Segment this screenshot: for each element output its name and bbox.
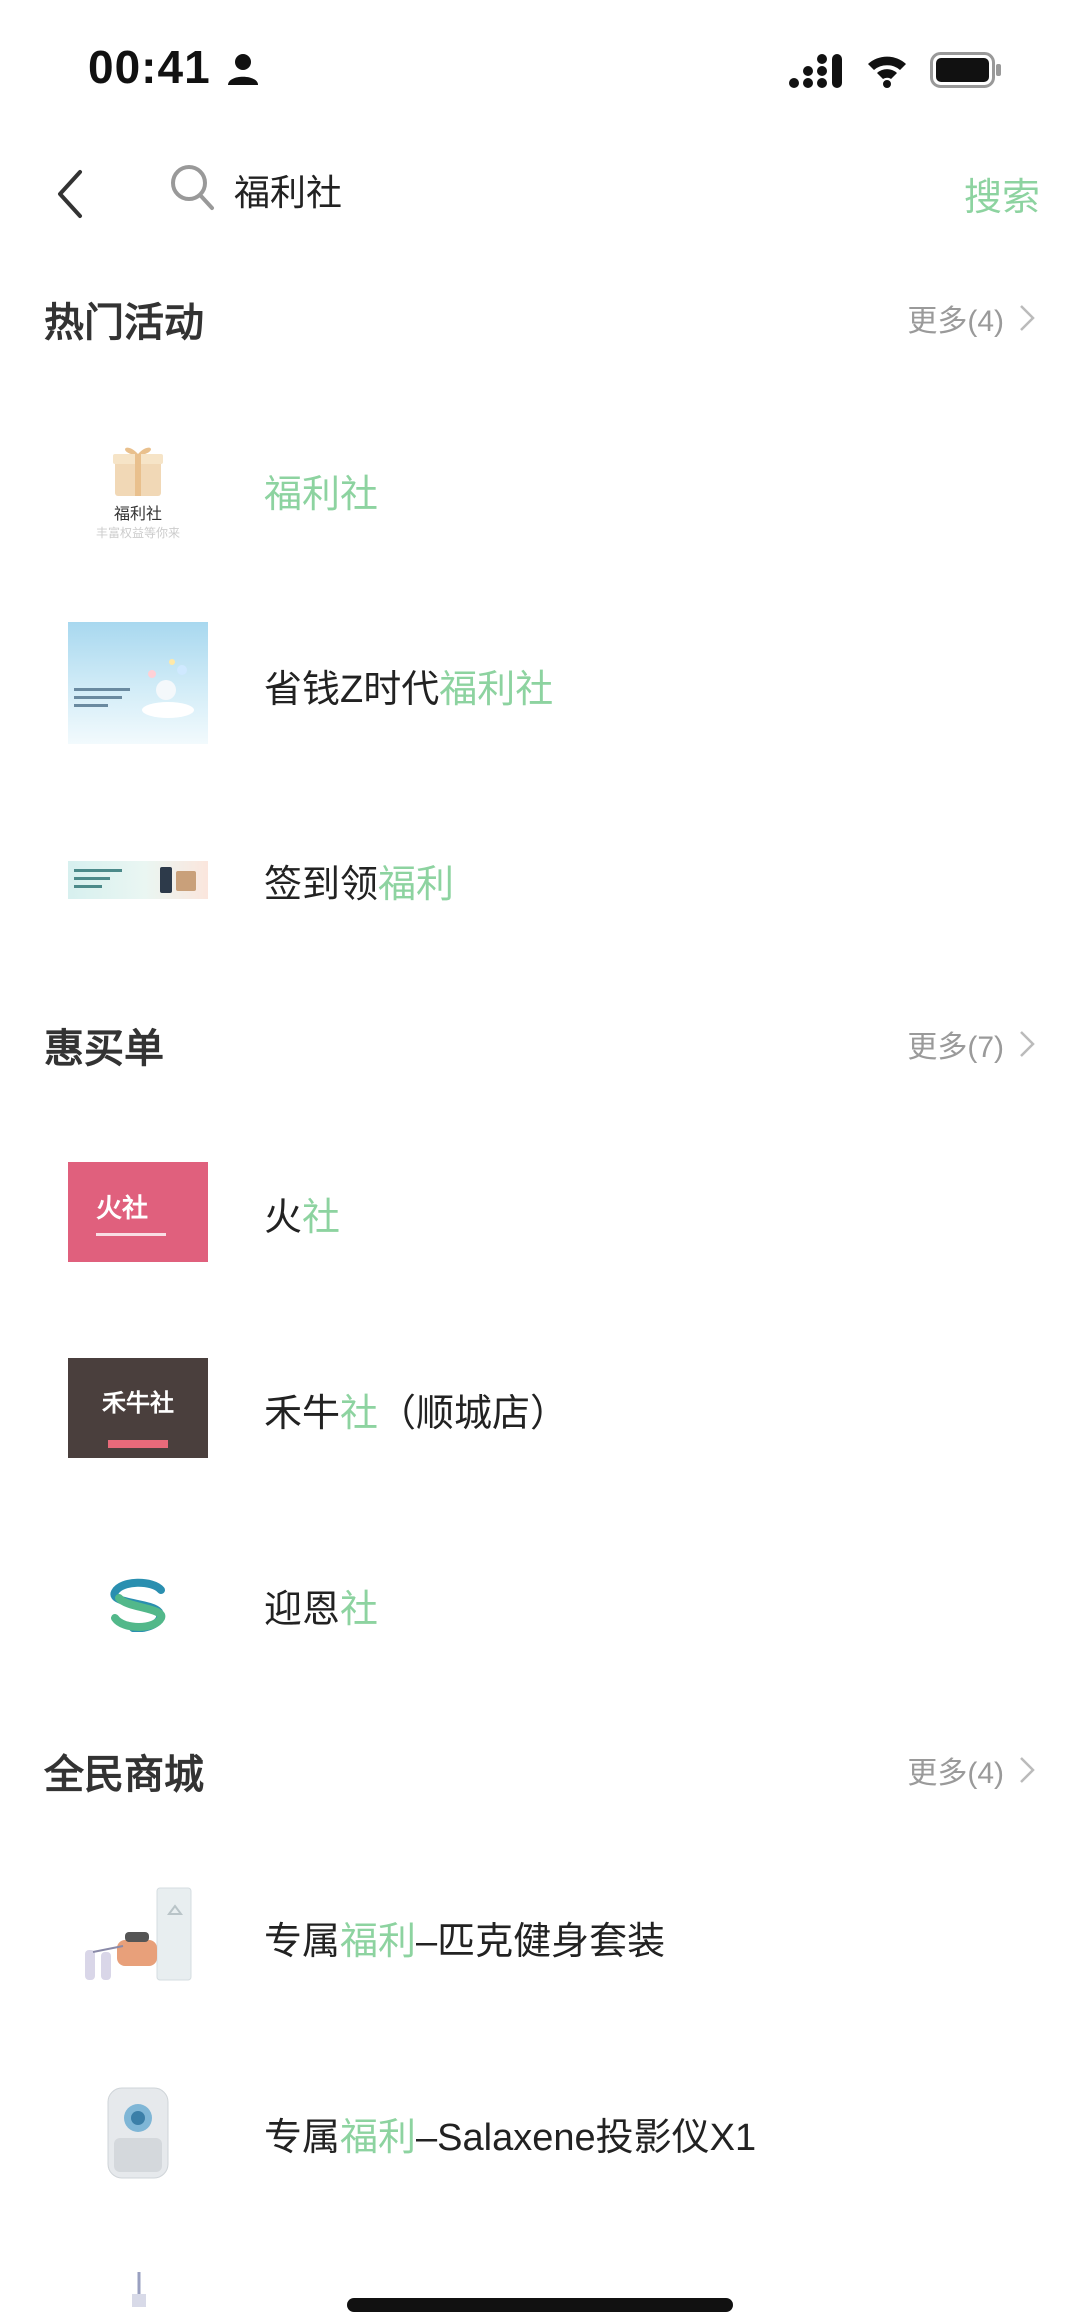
item-label: 省钱Z时代福利社 xyxy=(264,669,554,711)
section-title-mall: 全民商城 xyxy=(44,1753,204,1797)
more-link-mall[interactable]: 更多(4) xyxy=(907,1748,1036,1792)
home-indicator xyxy=(347,2298,733,2312)
list-item[interactable]: 禾牛社 禾牛社（顺城店） xyxy=(0,1344,1080,1474)
section-title-hot-activities: 热门活动 xyxy=(44,301,204,345)
list-item[interactable]: 签到领福利 xyxy=(0,815,1080,945)
thumb-text: 福利社 xyxy=(113,505,162,523)
chevron-right-icon xyxy=(1020,1031,1035,1057)
item-label: 迎恩社 xyxy=(264,1589,379,1631)
search-icon xyxy=(171,165,214,210)
logo-icon xyxy=(110,1578,165,1632)
item-label: 禾牛社（顺城店） xyxy=(264,1393,569,1435)
list-item[interactable]: 福利社 丰富权益等你来 福利社 xyxy=(0,425,1080,555)
item-label: 签到领福利 xyxy=(264,864,455,906)
list-item[interactable]: 省钱Z时代福利社 xyxy=(0,620,1080,750)
item-label: 福利社 xyxy=(264,474,379,516)
store-thumbnail: 火社 xyxy=(68,1162,208,1262)
more-label: 更多(4) xyxy=(907,1757,1004,1790)
cellular-signal-icon xyxy=(789,54,842,88)
welfare-gift-thumbnail: 福利社 丰富权益等你来 xyxy=(68,425,208,555)
wifi-icon xyxy=(868,56,906,88)
list-item[interactable]: 专属福利–匹克健身套装 xyxy=(0,1872,1080,2002)
item-label: 专属福利–匹克健身套装 xyxy=(264,1921,666,1963)
section-title-deals: 惠买单 xyxy=(44,1027,164,1071)
list-item[interactable]: 专属福利–Salaxene投影仪X1 xyxy=(0,2068,1080,2198)
store-logo-thumbnail xyxy=(68,1540,208,1670)
chevron-right-icon xyxy=(1020,305,1035,331)
product-thumbnail-partial xyxy=(132,2272,146,2307)
chevron-right-icon xyxy=(1020,1757,1035,1783)
thumb-text: 禾牛社 xyxy=(102,1389,174,1417)
store-thumbnail: 禾牛社 xyxy=(68,1358,208,1458)
list-item[interactable]: 火社 火社 xyxy=(0,1148,1080,1278)
battery-icon xyxy=(930,52,1001,88)
item-label: 火社 xyxy=(264,1197,341,1239)
promo-banner-thumbnail xyxy=(68,622,208,744)
item-label: 专属福利–Salaxene投影仪X1 xyxy=(264,2117,757,2159)
checkin-banner-thumbnail xyxy=(68,861,208,899)
more-link-deals[interactable]: 更多(7) xyxy=(907,1022,1036,1066)
more-label: 更多(7) xyxy=(907,1031,1004,1064)
product-thumbnail xyxy=(68,2068,208,2198)
gift-icon xyxy=(113,447,163,496)
person-icon xyxy=(228,54,258,85)
more-label: 更多(4) xyxy=(907,305,1004,338)
search-input[interactable] xyxy=(234,162,834,218)
list-item[interactable]: 迎恩社 xyxy=(0,1540,1080,1670)
thumb-subtext: 丰富权益等你来 xyxy=(95,525,180,540)
status-time: 00:41 xyxy=(88,41,211,93)
back-button[interactable] xyxy=(40,158,100,228)
product-thumbnail xyxy=(68,1872,208,2002)
search-button[interactable]: 搜索 xyxy=(964,166,1040,221)
thumb-text: 火社 xyxy=(96,1193,149,1223)
more-link-hot-activities[interactable]: 更多(4) xyxy=(907,296,1036,340)
